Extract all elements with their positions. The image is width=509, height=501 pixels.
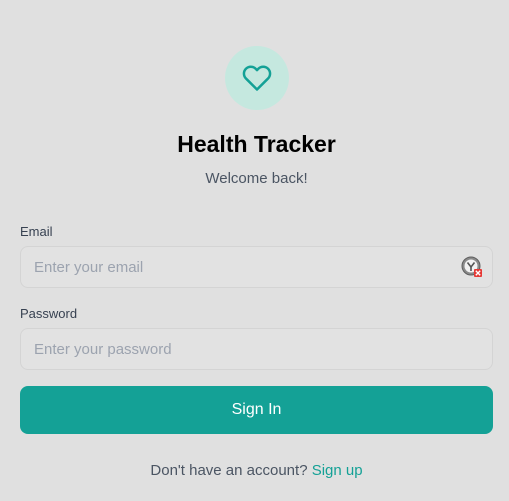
welcome-subtitle: Welcome back! bbox=[205, 170, 308, 187]
signup-prompt-text: Don't have an account? bbox=[150, 462, 308, 479]
password-manager-icon[interactable] bbox=[461, 256, 483, 278]
email-input[interactable] bbox=[20, 246, 493, 288]
password-label: Password bbox=[20, 306, 78, 321]
app-logo bbox=[225, 46, 289, 110]
sign-in-button[interactable]: Sign In bbox=[20, 386, 493, 434]
sign-up-link[interactable]: Sign up bbox=[312, 462, 363, 479]
email-label: Email bbox=[20, 224, 53, 239]
app-title: Health Tracker bbox=[177, 131, 336, 157]
signup-prompt: Don't have an account? Sign up bbox=[20, 460, 493, 482]
heart-icon bbox=[242, 65, 272, 91]
password-input[interactable] bbox=[20, 328, 493, 370]
login-card: Health Tracker Welcome back! Email Passw… bbox=[20, 0, 493, 501]
